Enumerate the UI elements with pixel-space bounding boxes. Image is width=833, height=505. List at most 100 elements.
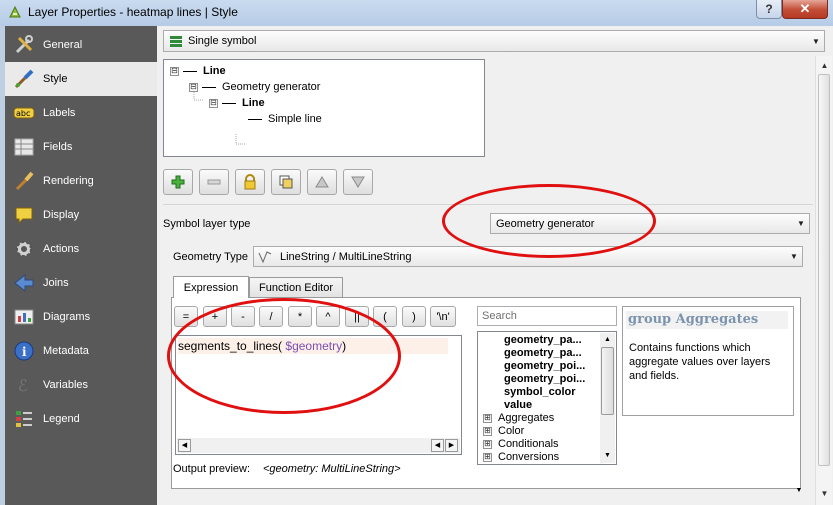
list-item[interactable]: ⊞ Aggregates — [483, 412, 554, 425]
speech-bubble-icon — [13, 204, 35, 226]
sidebar-item-label: Labels — [43, 107, 76, 119]
function-list[interactable]: geometry_pa... geometry_pa... geometry_p… — [477, 331, 617, 465]
single-symbol-icon — [170, 36, 182, 47]
scroll-left-icon[interactable]: ◀ — [431, 439, 444, 452]
expand-icon[interactable]: ⊞ — [483, 413, 492, 423]
panel-scrollbar[interactable]: ▲ ▼ — [815, 56, 832, 505]
paintbrush-style-icon — [13, 68, 35, 90]
sidebar-item-label: Metadata — [43, 345, 89, 357]
sidebar-item-fields[interactable]: Fields — [5, 130, 157, 164]
list-item[interactable]: ⊞ Conversions — [483, 451, 559, 464]
tree-row-label: Geometry generator — [222, 81, 321, 93]
tree-row-simple-line[interactable]: Simple line — [248, 111, 322, 127]
sidebar-item-label: Diagrams — [43, 311, 91, 323]
move-up-button[interactable] — [307, 169, 337, 195]
expand-icon[interactable]: ⊞ — [483, 426, 492, 436]
tree-row-line-child[interactable]: ⊟ Line — [209, 95, 265, 111]
move-down-button[interactable] — [343, 169, 373, 195]
group-label: Color — [498, 425, 525, 437]
svg-text:i: i — [22, 345, 27, 359]
scroll-left-icon[interactable]: ◀ — [178, 439, 191, 452]
title-bar: Layer Properties - heatmap lines | Style… — [0, 0, 833, 26]
sidebar-item-diagrams[interactable]: Diagrams — [5, 300, 157, 334]
list-item[interactable]: geometry_poi... — [504, 373, 585, 386]
abc-labels-icon: abc — [13, 102, 35, 124]
help-description: Contains functions which aggregate value… — [629, 342, 771, 382]
add-layer-button[interactable] — [163, 169, 193, 195]
scroll-right-icon[interactable]: ▶ — [445, 439, 458, 452]
sidebar-item-actions[interactable]: Actions — [5, 232, 157, 266]
scroll-down-icon[interactable]: ▼ — [817, 486, 832, 501]
scroll-down-icon[interactable]: ▼ — [601, 449, 614, 462]
triangle-down-icon — [351, 176, 365, 188]
legend-list-icon — [13, 408, 35, 430]
operator-newline-button[interactable]: '\n' — [430, 306, 456, 327]
close-button[interactable]: ✕ — [782, 0, 828, 19]
tab-function-editor[interactable]: Function Editor — [249, 277, 343, 298]
info-circle-icon: i — [13, 340, 35, 362]
linestring-icon — [258, 250, 272, 263]
sidebar-item-variables[interactable]: ℰ Variables — [5, 368, 157, 402]
symbol-layer-tree[interactable]: ⊟ Line ⊟ Geometry generator ⊟ Line Simpl… — [163, 59, 485, 157]
line-symbol-icon — [248, 118, 262, 120]
sidebar-item-style[interactable]: Style — [5, 62, 157, 96]
tab-label: Function Editor — [259, 282, 333, 294]
window-title: Layer Properties - heatmap lines | Style — [28, 5, 238, 19]
scrollbar-thumb[interactable] — [818, 74, 830, 466]
expression-hscrollbar[interactable]: ◀ ◀ ▶ — [177, 438, 460, 453]
collapse-icon[interactable]: ⊟ — [209, 98, 218, 108]
sidebar-item-label: Display — [43, 209, 80, 221]
chevron-down-icon: ▼ — [790, 252, 798, 261]
sidebar-item-display[interactable]: Display — [5, 198, 157, 232]
operator-close-paren-button[interactable]: ) — [402, 306, 426, 327]
brush-rendering-icon — [13, 170, 35, 192]
help-button[interactable]: ? — [756, 0, 782, 19]
sidebar-item-general[interactable]: General — [5, 28, 157, 62]
sidebar-item-metadata[interactable]: i Metadata — [5, 334, 157, 368]
collapse-icon[interactable]: ⊟ — [170, 66, 179, 76]
gear-actions-icon — [13, 238, 35, 260]
sidebar-item-joins[interactable]: Joins — [5, 266, 157, 300]
list-item[interactable]: geometry_pa... — [504, 347, 582, 360]
scroll-up-icon[interactable]: ▲ — [817, 58, 832, 73]
output-preview-label: Output preview: — [173, 463, 251, 475]
tree-row-label: Line — [203, 65, 226, 77]
group-label: Conversions — [498, 451, 560, 463]
sidebar-item-labels[interactable]: abc Labels — [5, 96, 157, 130]
function-search-input[interactable] — [477, 306, 617, 326]
list-item[interactable]: ⊞ Color — [483, 425, 524, 438]
chevron-down-icon[interactable]: ▼ — [785, 487, 813, 499]
sidebar-item-label: Actions — [43, 243, 80, 255]
sidebar-item-label: Legend — [43, 413, 80, 425]
function-list-scrollbar[interactable]: ▲ ▼ — [600, 333, 615, 463]
collapse-icon[interactable]: ⊟ — [189, 82, 198, 92]
list-item[interactable]: geometry_pa... — [504, 334, 582, 347]
renderer-select[interactable]: Single symbol ▼ — [163, 30, 825, 52]
list-item[interactable]: value — [504, 399, 532, 412]
lock-layer-button[interactable] — [235, 169, 265, 195]
style-panel: Single symbol ▼ ▲ ▼ ⊟ Line ⊟ Geometry ge… — [157, 26, 833, 505]
output-preview-value: <geometry: MultiLineString> — [263, 463, 401, 475]
annotation-ellipse-expression — [167, 298, 401, 414]
tree-row-geometry-generator[interactable]: ⊟ Geometry generator — [189, 79, 320, 95]
sidebar-item-legend[interactable]: Legend — [5, 402, 157, 436]
expand-icon[interactable]: ⊞ — [483, 452, 492, 462]
sidebar-item-rendering[interactable]: Rendering — [5, 164, 157, 198]
expand-icon[interactable]: ⊞ — [483, 439, 492, 449]
sidebar-item-label: Rendering — [43, 175, 94, 187]
sidebar-item-label: Joins — [43, 277, 69, 289]
tab-expression[interactable]: Expression — [173, 276, 249, 298]
list-item[interactable]: geometry_poi... — [504, 360, 585, 373]
duplicate-icon — [279, 175, 293, 189]
duplicate-layer-button[interactable] — [271, 169, 301, 195]
scroll-up-icon[interactable]: ▲ — [601, 333, 614, 346]
remove-layer-button[interactable] — [199, 169, 229, 195]
function-help-panel: group Aggregates Contains functions whic… — [622, 306, 794, 416]
list-item[interactable]: symbol_color — [504, 386, 576, 399]
scrollbar-thumb[interactable] — [601, 347, 614, 415]
list-item[interactable]: ⊞ Conditionals — [483, 438, 559, 451]
help-title: group Aggregates — [626, 311, 788, 329]
sidebar: General Style abc Labels Fields Renderin… — [5, 26, 157, 505]
tree-row-line-root[interactable]: ⊟ Line — [170, 63, 226, 79]
geometry-type-value: LineString / MultiLineString — [280, 250, 412, 263]
